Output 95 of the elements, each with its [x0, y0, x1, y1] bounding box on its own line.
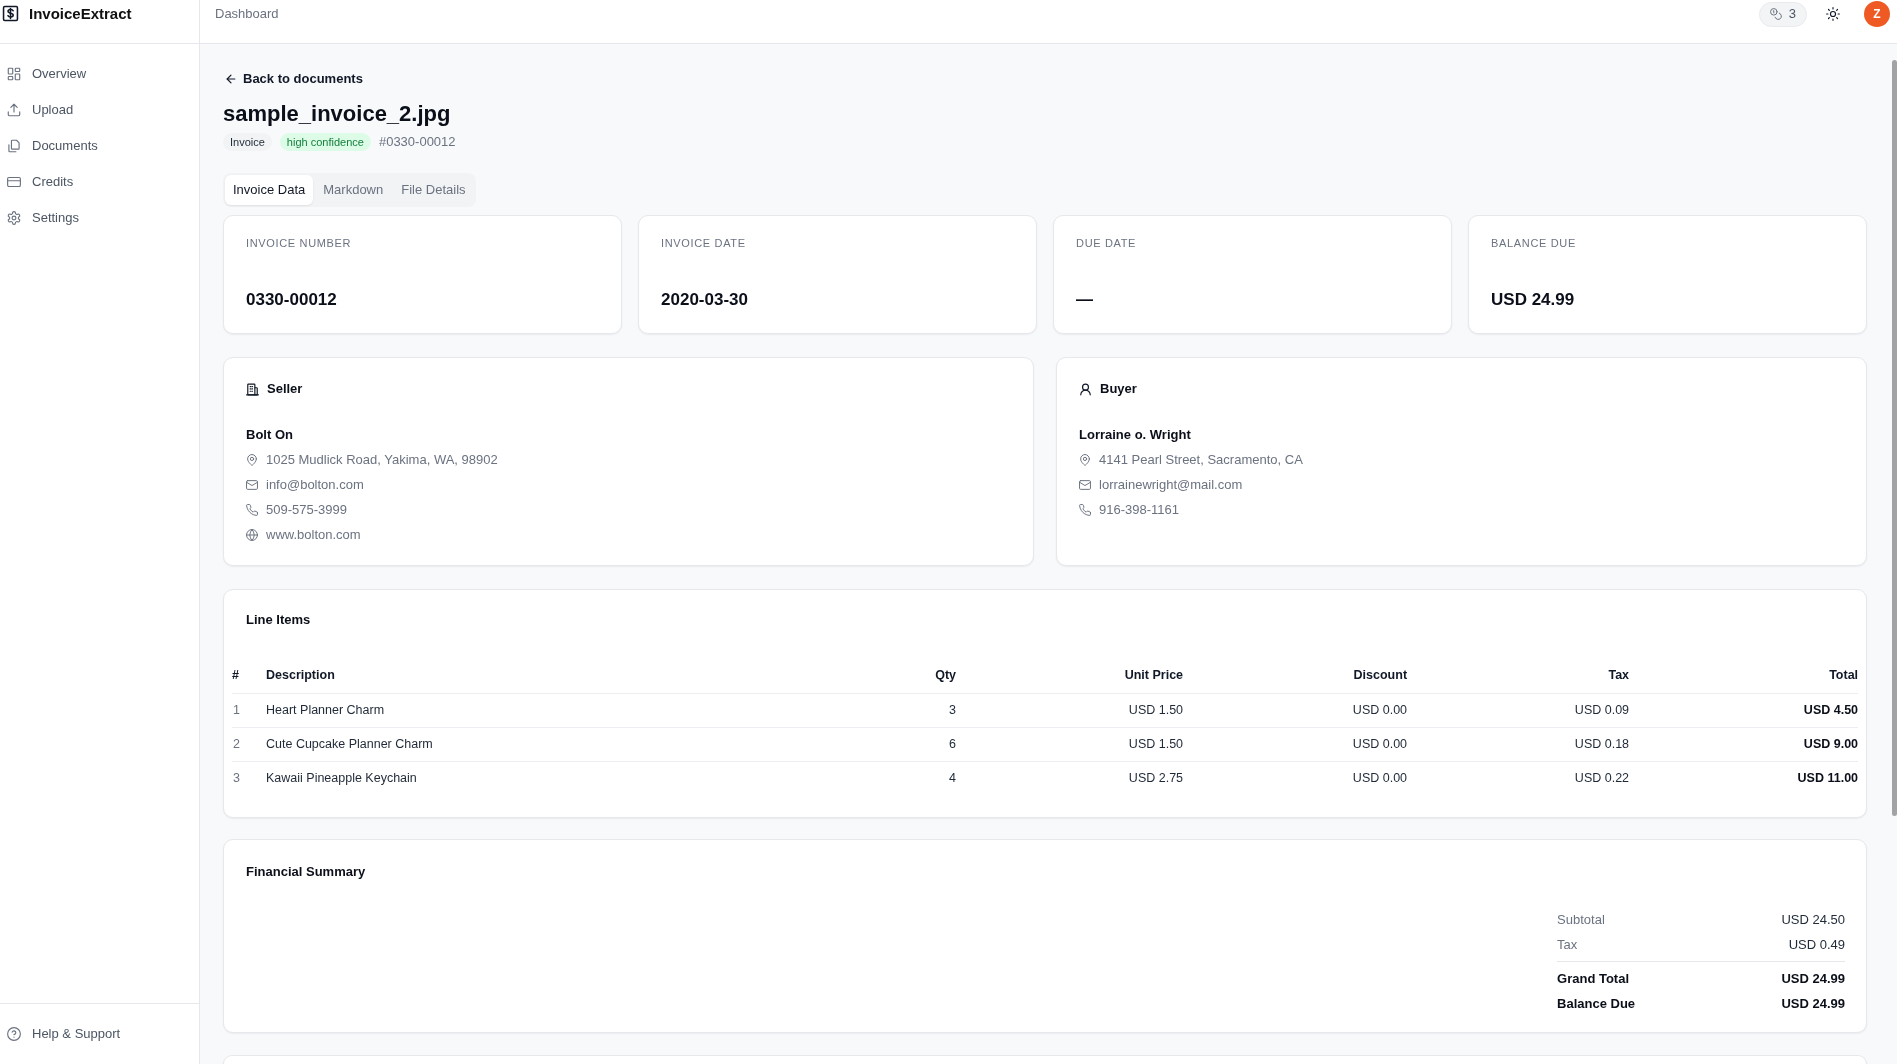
table-cell: USD 0.18	[1407, 727, 1630, 761]
party-name: Bolt On	[246, 426, 293, 444]
sidebar-item[interactable]: Upload	[0, 92, 199, 128]
card-value: USD 24.99	[1491, 289, 1575, 311]
table-cell: USD 0.22	[1407, 761, 1630, 795]
column-header: Total	[1629, 659, 1859, 693]
card-value: —	[1076, 289, 1094, 311]
table-cell: 3	[232, 761, 266, 795]
contact-detail: info@bolton.com	[266, 475, 364, 494]
summary-label: Balance Due	[1557, 994, 1636, 1013]
phone-icon	[246, 503, 258, 516]
card-title: Line Items	[246, 611, 311, 629]
table-cell: Cute Cupcake Planner Charm	[266, 727, 732, 761]
mail-icon	[1079, 478, 1092, 491]
document-title: sample_invoice_2.jpg	[223, 100, 451, 128]
table-cell: USD 0.00	[1183, 761, 1408, 795]
grid-icon	[7, 67, 21, 81]
type-tag: Invoice	[223, 133, 272, 151]
summary-value: USD 24.99	[1781, 994, 1846, 1013]
upload-icon	[7, 103, 21, 117]
table-cell: Kawaii Pineapple Keychain	[266, 761, 732, 795]
help-link[interactable]: Help & Support	[0, 1016, 199, 1052]
settings-icon	[7, 211, 21, 225]
column-header: Description	[266, 659, 732, 693]
card-label: INVOICE DATE	[661, 236, 746, 250]
tab[interactable]: Markdown	[315, 175, 392, 205]
summary-label: Subtotal	[1557, 910, 1605, 929]
column-header: Tax	[1407, 659, 1630, 693]
table-cell: USD 11.00	[1629, 761, 1859, 795]
table-cell: 6	[731, 727, 957, 761]
table-cell: USD 1.50	[956, 727, 1184, 761]
sidebar-item[interactable]: Credits	[0, 164, 199, 200]
contact-detail: 916-398-1161	[1099, 500, 1180, 519]
map-pin-icon	[246, 453, 258, 466]
map-pin-icon	[1079, 453, 1092, 466]
card-value: 2020-03-30	[661, 289, 748, 311]
card-label: DUE DATE	[1076, 236, 1137, 250]
credits-button[interactable]: 3	[1758, 1, 1807, 27]
table-cell: Heart Planner Charm	[266, 693, 732, 727]
card-label: BALANCE DUE	[1491, 236, 1576, 250]
card-title: Seller	[267, 380, 303, 398]
card-title: Financial Summary	[246, 863, 366, 881]
globe-icon	[246, 528, 258, 541]
table-cell: 3	[731, 693, 957, 727]
sun-icon	[1826, 7, 1840, 21]
card-label: INVOICE NUMBER	[246, 236, 352, 250]
tab[interactable]: File Details	[393, 175, 474, 205]
arrow-left-icon	[225, 73, 237, 85]
breadcrumb: Dashboard	[215, 5, 279, 23]
tab[interactable]: Invoice Data	[225, 175, 314, 205]
app-name: InvoiceExtract	[29, 5, 132, 23]
theme-toggle-button[interactable]	[1826, 7, 1840, 21]
column-header: Qty	[731, 659, 957, 693]
contact-detail: 509-575-3999	[266, 500, 347, 519]
credit-card-icon	[7, 175, 21, 189]
contact-detail: 1025 Mudlick Road, Yakima, WA, 98902	[266, 450, 498, 469]
user-icon	[1079, 382, 1093, 396]
table-cell: 1	[232, 693, 266, 727]
sidebar-item[interactable]: Overview	[0, 56, 199, 92]
column-header: Unit Price	[956, 659, 1184, 693]
building-icon	[246, 382, 259, 396]
column-header: #	[232, 659, 266, 693]
phone-icon	[1079, 503, 1092, 516]
help-icon	[7, 1027, 21, 1041]
summary-value: USD 24.50	[1781, 910, 1846, 929]
coins-icon	[1769, 8, 1782, 20]
back-link[interactable]: Back to documents	[223, 69, 363, 89]
table-cell: USD 0.00	[1183, 727, 1408, 761]
summary-value: USD 24.99	[1781, 969, 1846, 988]
table-cell: 4	[731, 761, 957, 795]
summary-label: Tax	[1557, 935, 1578, 954]
dollar-logo-icon	[2, 5, 19, 22]
table-cell: USD 0.09	[1407, 693, 1630, 727]
document-reference: #0330-00012	[378, 133, 456, 152]
card-value: 0330-00012	[246, 289, 337, 311]
summary-value: USD 0.49	[1788, 935, 1846, 954]
table-cell: USD 2.75	[956, 761, 1184, 795]
mail-icon	[246, 478, 258, 491]
confidence-tag: high confidence	[279, 133, 371, 151]
summary-label: Grand Total	[1557, 969, 1630, 988]
table-cell: USD 4.50	[1629, 693, 1859, 727]
table-cell: USD 9.00	[1629, 727, 1859, 761]
table-cell: 2	[232, 727, 266, 761]
scrollbar-thumb[interactable]	[1892, 60, 1897, 816]
contact-detail: www.bolton.com	[266, 525, 361, 544]
documents-icon	[7, 139, 21, 153]
card-title: Buyer	[1100, 380, 1137, 398]
contact-detail: lorrainewright@mail.com	[1099, 475, 1243, 494]
sidebar-item[interactable]: Settings	[0, 200, 199, 236]
party-name: Lorraine o. Wright	[1079, 426, 1191, 444]
table-cell: USD 0.00	[1183, 693, 1408, 727]
sidebar-item[interactable]: Documents	[0, 128, 199, 164]
column-header: Discount	[1183, 659, 1408, 693]
table-cell: USD 1.50	[956, 693, 1184, 727]
contact-detail: 4141 Pearl Street, Sacramento, CA	[1099, 450, 1303, 469]
